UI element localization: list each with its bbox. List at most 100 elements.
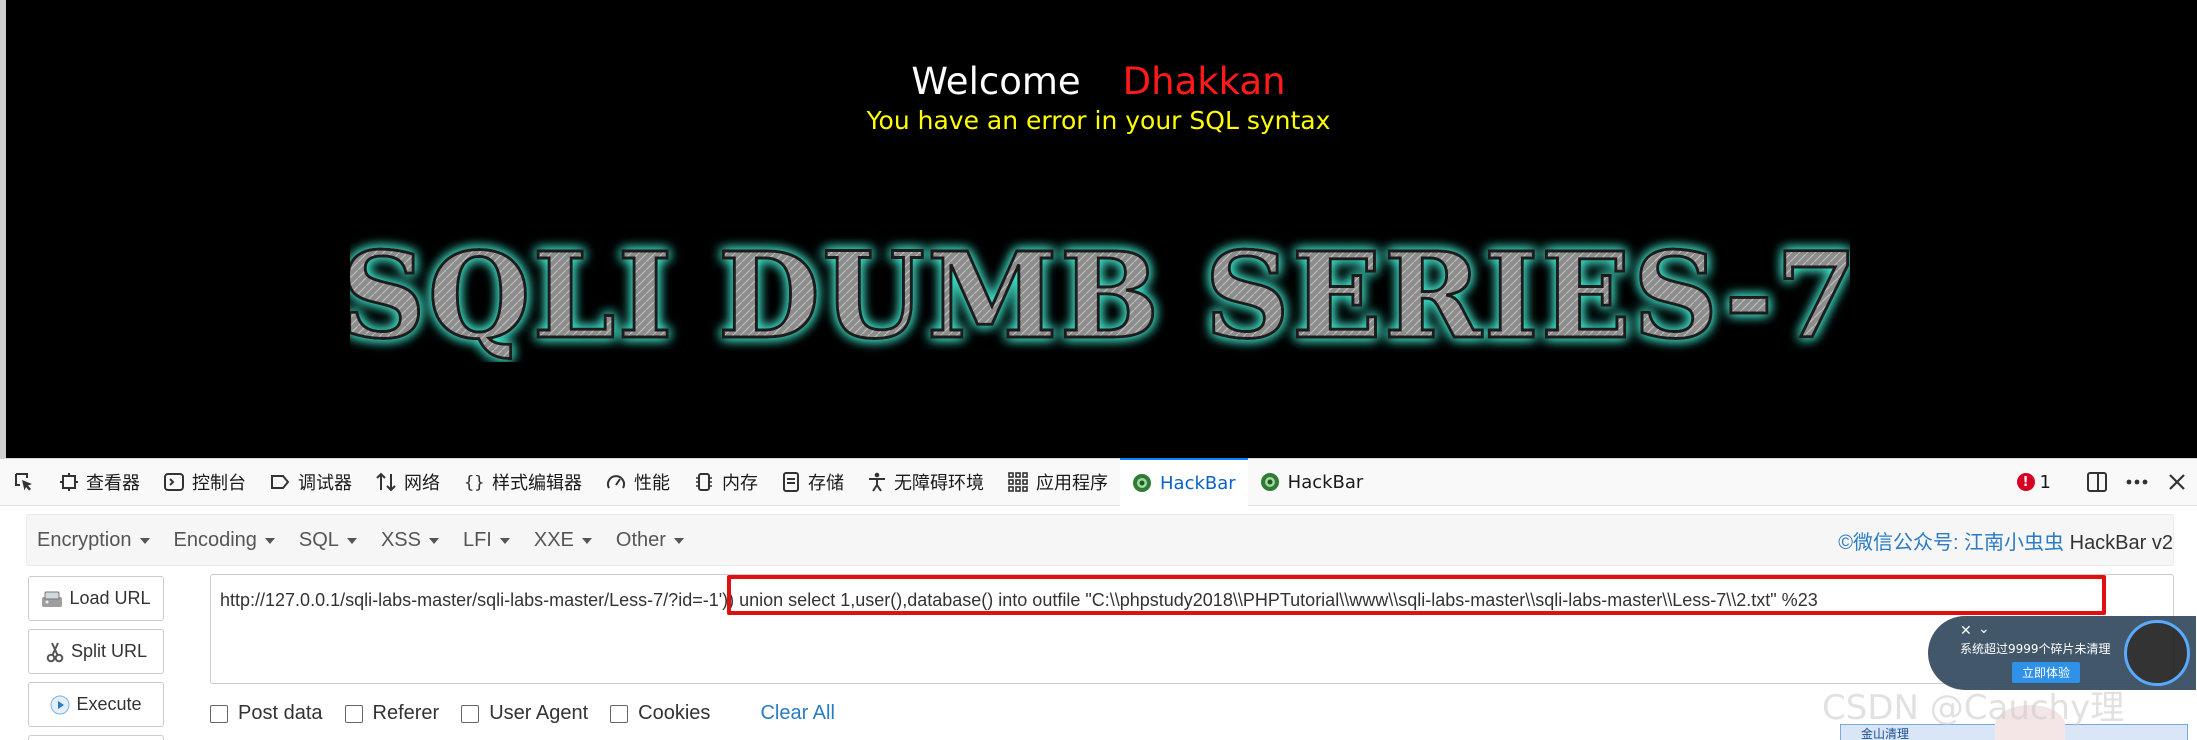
hackbar-action-buttons: Load URL Split URL Execute xyxy=(28,576,164,740)
menu-sql[interactable]: SQL xyxy=(287,514,369,566)
option-referer[interactable]: Referer xyxy=(344,702,440,725)
popup-close-icon[interactable]: ✕ xyxy=(1960,622,1972,639)
element-picker-button[interactable] xyxy=(0,458,48,506)
tab-label: 控制台 xyxy=(192,473,246,494)
tab-accessibility[interactable]: 无障碍环境 xyxy=(856,458,996,506)
tab-memory[interactable]: 内存 xyxy=(682,458,770,506)
menu-label: XSS xyxy=(380,528,421,551)
devtools-right-controls: ! 1 xyxy=(2016,458,2197,506)
sql-error-message: You have an error in your SQL syntax xyxy=(866,106,1331,135)
debugger-icon xyxy=(271,475,290,489)
error-count-badge[interactable]: ! 1 xyxy=(2016,471,2051,493)
tab-hackbar-active[interactable]: HackBar xyxy=(1120,458,1248,506)
menu-label: Encoding xyxy=(173,528,257,551)
storage-icon xyxy=(783,472,799,492)
more-options-button[interactable] xyxy=(2117,458,2157,506)
option-label: User Agent xyxy=(489,702,589,724)
checkbox[interactable] xyxy=(210,704,228,723)
extra-button[interactable] xyxy=(28,735,164,740)
tab-label: 样式编辑器 xyxy=(492,473,582,494)
banner-text: SQLI DUMB SERIES-7 xyxy=(350,226,1850,362)
tab-performance[interactable]: 性能 xyxy=(594,458,682,506)
option-post-data[interactable]: Post data xyxy=(210,702,323,725)
network-icon xyxy=(376,472,396,492)
clear-all-link[interactable]: Clear All xyxy=(760,702,834,725)
devtools-toolbar: 查看器 控制台 调试器 网络 {} 样式编辑器 性能 内存 存储 无障碍环境 应… xyxy=(0,458,2197,506)
checkbox[interactable] xyxy=(344,704,363,723)
tab-label: 内存 xyxy=(722,473,758,494)
csdn-watermark: CSDN @Cauchy理 xyxy=(1822,688,2125,728)
option-user-agent[interactable]: User Agent xyxy=(461,702,588,725)
memory-icon xyxy=(696,473,712,491)
option-cookies[interactable]: Cookies xyxy=(610,702,710,725)
menu-xss[interactable]: XSS xyxy=(369,514,451,566)
menu-xxe[interactable]: XXE xyxy=(522,514,604,566)
option-label: Cookies xyxy=(638,702,711,724)
dock-side-icon xyxy=(2087,472,2107,492)
style-editor-icon: {} xyxy=(464,473,484,492)
load-url-icon xyxy=(42,591,63,607)
option-label: Post data xyxy=(238,702,323,724)
play-icon xyxy=(50,695,70,714)
menu-encryption[interactable]: Encryption xyxy=(27,514,162,566)
application-icon xyxy=(1008,472,1028,492)
performance-icon xyxy=(607,475,625,489)
caret-down-icon xyxy=(581,538,592,544)
dock-toggle-button[interactable] xyxy=(2077,458,2117,506)
tab-style-editor[interactable]: {} 样式编辑器 xyxy=(452,458,594,506)
button-label: Load URL xyxy=(69,588,151,608)
tab-label: 性能 xyxy=(634,473,670,494)
option-label: Referer xyxy=(372,702,440,724)
menu-label: SQL xyxy=(298,528,339,551)
caret-down-icon xyxy=(346,538,357,544)
load-url-button[interactable]: Load URL xyxy=(28,576,164,621)
button-label: Execute xyxy=(76,694,142,714)
tab-label: 调试器 xyxy=(298,473,352,494)
menu-encoding[interactable]: Encoding xyxy=(162,514,287,566)
tab-storage[interactable]: 存储 xyxy=(770,458,856,506)
tab-console[interactable]: 控制台 xyxy=(152,458,258,506)
brand-version: HackBar v2 xyxy=(2064,531,2173,554)
split-url-button[interactable]: Split URL xyxy=(28,629,164,674)
page-viewport: Welcome Dhakkan You have an error in your… xyxy=(0,0,2197,458)
accessibility-icon xyxy=(869,472,885,492)
close-icon xyxy=(2169,474,2185,490)
popup-collapse-icon[interactable]: ⌄ xyxy=(1978,620,1990,637)
tab-label: HackBar xyxy=(1160,472,1236,494)
checkbox[interactable] xyxy=(610,704,629,723)
tab-application[interactable]: 应用程序 xyxy=(996,458,1120,506)
tab-debugger[interactable]: 调试器 xyxy=(258,458,364,506)
hackbar-icon xyxy=(1133,474,1151,492)
button-label: Split URL xyxy=(70,641,148,661)
caret-down-icon xyxy=(499,538,510,544)
popup-message: 系统超过9999个碎片未清理 xyxy=(1960,642,2111,656)
tab-inspector[interactable]: 查看器 xyxy=(48,458,152,506)
tab-label: 查看器 xyxy=(86,473,140,494)
menu-lfi[interactable]: LFI xyxy=(451,514,522,566)
cleaner-popup: ✕ ⌄ 系统超过9999个碎片未清理 立即体验 xyxy=(1928,616,2196,690)
url-highlight-annotation xyxy=(727,575,2106,615)
menu-label: XXE xyxy=(533,528,574,551)
caret-down-icon xyxy=(428,538,439,544)
menu-label: Encryption xyxy=(37,528,132,551)
caret-down-icon xyxy=(264,538,275,544)
brand-wechat: ©微信公众号: 江南小虫虫 xyxy=(1838,531,2065,554)
checkbox[interactable] xyxy=(461,704,480,723)
execute-button[interactable]: Execute xyxy=(28,682,164,727)
tab-network[interactable]: 网络 xyxy=(364,458,452,506)
close-devtools-button[interactable] xyxy=(2157,458,2197,506)
error-count: 1 xyxy=(2039,471,2051,493)
more-icon xyxy=(2126,479,2148,485)
menu-other[interactable]: Other xyxy=(604,514,696,566)
error-icon: ! xyxy=(2016,473,2035,491)
tab-label: 无障碍环境 xyxy=(894,473,984,494)
svg-text:{}: {} xyxy=(464,473,484,492)
tab-label: 应用程序 xyxy=(1036,473,1108,494)
caret-down-icon xyxy=(139,538,150,544)
hackbar-icon xyxy=(1260,473,1279,491)
tab-label: 网络 xyxy=(404,473,440,494)
tab-label: 存储 xyxy=(808,473,844,494)
banner-logo: SQLI DUMB SERIES-7 xyxy=(350,225,1850,363)
tab-hackbar[interactable]: HackBar xyxy=(1248,458,1376,506)
tab-label: HackBar xyxy=(1287,471,1364,493)
